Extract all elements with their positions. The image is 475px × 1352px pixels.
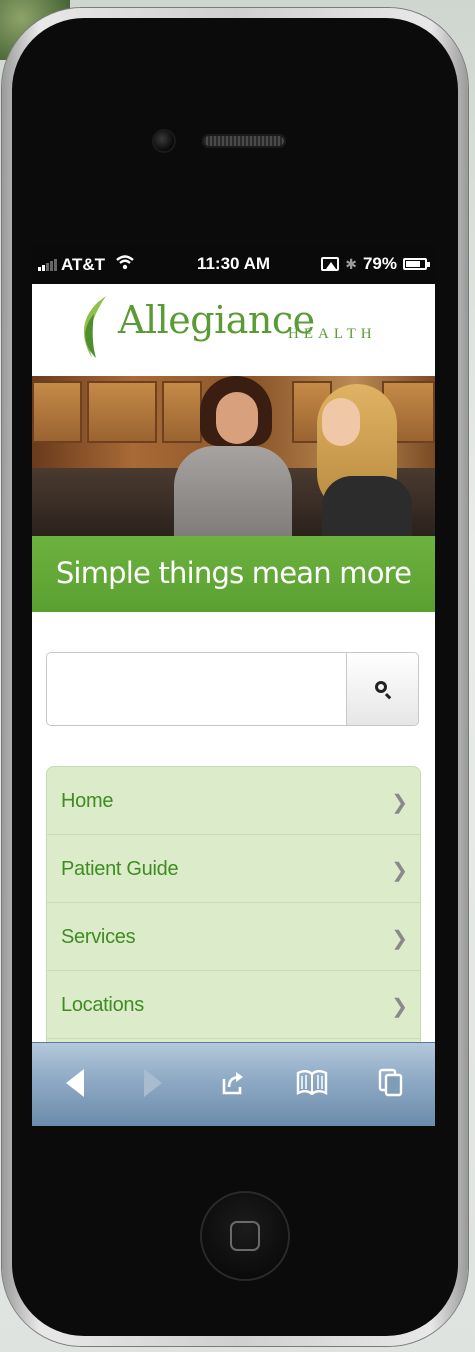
status-bar: AT&T 11:30 AM ✱ 79% xyxy=(32,246,435,284)
person-body xyxy=(174,446,292,536)
browser-toolbar xyxy=(32,1042,435,1126)
search-form xyxy=(46,652,419,726)
logo-leaf-icon xyxy=(83,296,106,358)
menu-item-locations[interactable]: Locations ❯ xyxy=(47,971,420,1039)
front-camera xyxy=(154,131,174,151)
chevron-right-icon: ❯ xyxy=(391,996,408,1018)
search-input[interactable] xyxy=(46,652,346,726)
person-face xyxy=(322,398,360,446)
battery-icon xyxy=(403,258,430,270)
forward-icon[interactable] xyxy=(144,1069,162,1097)
chevron-right-icon: ❯ xyxy=(391,860,408,882)
home-button[interactable] xyxy=(202,1193,288,1279)
menu-item-label: Home xyxy=(61,790,114,812)
status-right: ✱ 79% xyxy=(321,254,430,274)
cabinet xyxy=(162,381,202,443)
cabinet xyxy=(87,381,157,443)
menu-item-home[interactable]: Home ❯ xyxy=(47,767,420,835)
battery-percent: 79% xyxy=(362,254,397,273)
tagline-text: Simple things mean more xyxy=(55,556,412,590)
battery-fill xyxy=(406,261,420,267)
search-button[interactable] xyxy=(346,652,419,726)
hero-photo xyxy=(32,376,435,536)
menu-item-services[interactable]: Services ❯ xyxy=(47,903,420,971)
bluetooth-icon: ✱ xyxy=(345,255,357,272)
home-square-icon xyxy=(230,1221,260,1251)
phone-screen: AT&T 11:30 AM ✱ 79% Allegiance HEALTH Si… xyxy=(32,246,435,1126)
pages-icon[interactable] xyxy=(377,1067,405,1097)
person-body xyxy=(322,476,412,536)
airplay-icon xyxy=(321,257,340,271)
menu-item-label: Patient Guide xyxy=(61,858,179,880)
menu-item-label: Services xyxy=(61,926,136,948)
logo-name: Allegiance xyxy=(118,298,315,342)
cabinet xyxy=(32,381,82,443)
tagline-banner: Simple things mean more xyxy=(32,536,435,612)
back-icon[interactable] xyxy=(66,1069,84,1097)
share-icon[interactable] xyxy=(221,1069,245,1095)
chevron-right-icon: ❯ xyxy=(391,928,408,950)
search-icon xyxy=(375,681,387,693)
bookmarks-icon[interactable] xyxy=(296,1069,328,1095)
menu-item-label: Locations xyxy=(61,994,144,1016)
site-header[interactable]: Allegiance HEALTH xyxy=(32,284,435,376)
menu-item-patient-guide[interactable]: Patient Guide ❯ xyxy=(47,835,420,903)
chevron-right-icon: ❯ xyxy=(391,792,408,814)
earpiece-speaker xyxy=(202,134,286,148)
logo-subtitle: HEALTH xyxy=(288,326,377,342)
person-face xyxy=(216,392,258,444)
